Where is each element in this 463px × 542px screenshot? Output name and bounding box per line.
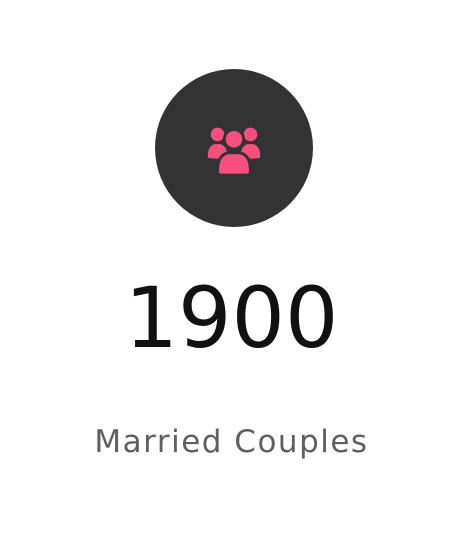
counter-card: 1900 Married Couples (0, 0, 463, 542)
users-group-icon (203, 117, 265, 179)
counter-label: Married Couples (94, 424, 369, 460)
icon-circle (155, 69, 313, 227)
counter-value: 1900 (124, 269, 339, 367)
